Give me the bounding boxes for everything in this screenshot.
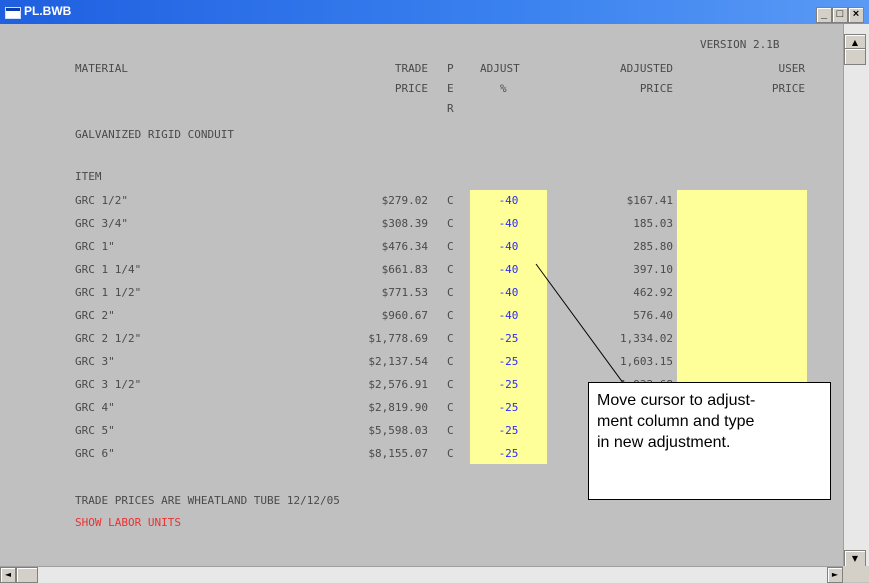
vertical-scrollbar[interactable]: ▲ ▼: [843, 24, 869, 568]
scroll-right-icon[interactable]: ►: [827, 567, 843, 583]
callout-line-3: in new adjustment.: [597, 434, 731, 451]
callout-line-2: ment column and type: [597, 413, 755, 430]
callout-line-1: Move cursor to adjust-: [597, 392, 756, 409]
scroll-left-icon[interactable]: ◄: [0, 567, 16, 583]
horizontal-scroll-thumb[interactable]: [16, 567, 38, 583]
vertical-scroll-thumb[interactable]: [844, 48, 866, 65]
horizontal-scrollbar[interactable]: ◄ ►: [0, 566, 843, 583]
split-box-icon[interactable]: [843, 566, 869, 582]
instruction-callout: Move cursor to adjust- ment column and t…: [588, 382, 831, 500]
